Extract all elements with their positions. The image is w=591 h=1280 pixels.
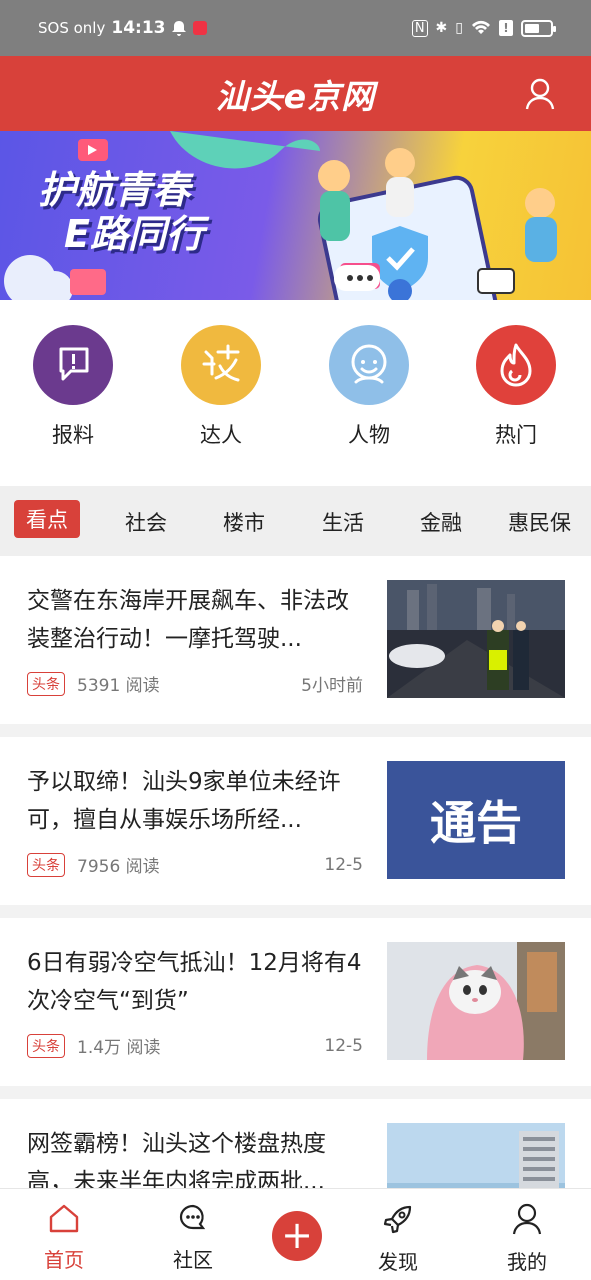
quick-label: 报料 [52,423,94,447]
headline-tag: 头条 [27,671,65,696]
nav-community[interactable]: 社区 [153,1203,233,1273]
vibrate-icon: ▯ [455,20,463,36]
nav-label: 发现 [378,1250,418,1274]
headline-tag: 头条 [27,1033,65,1058]
quick-item-expert[interactable]: 达人 [171,325,271,449]
tab-loushi[interactable]: 楼市 [223,507,265,537]
article-thumbnail [387,1123,565,1188]
article-card[interactable]: 网签霸榜！汕头这个楼盘热度高，未来半年内将完成两批... [0,1099,591,1188]
nav-home[interactable]: 首页 [24,1203,104,1273]
quick-item-person[interactable]: 人物 [319,325,419,449]
banner-line1: 护航青春 [38,168,191,212]
banner-line2: E路同行 [64,211,204,256]
app-notification-icon [193,21,208,35]
article-meta: 头条 5391 阅读 5小时前 [27,671,363,696]
category-tabs: 看点 社会 楼市 生活 金融 惠民保 [0,486,591,556]
status-bar: SOS only 14:13 N ✱ ▯ ! [0,0,591,56]
clock: 14:13 [111,18,166,38]
read-count: 5391 阅读 [77,676,160,696]
battery-icon [521,19,556,37]
quick-label: 人物 [348,423,390,447]
nav-label: 社区 [173,1248,213,1272]
notice-text: 通告 [430,796,522,850]
battery-level [525,23,539,33]
article-title: 网签霸榜！汕头这个楼盘热度高，未来半年内将完成两批... [27,1131,326,1188]
nav-label: 我的 [507,1250,547,1274]
nav-discover[interactable]: 发现 [358,1203,438,1275]
tab-shenghuo[interactable]: 生活 [322,507,364,537]
quick-item-hot[interactable]: 热门 [466,325,566,449]
quick-item-report[interactable]: 报料 [23,325,123,449]
article-thumbnail: 通告 [387,761,565,879]
nfc-icon: N [411,19,428,37]
article-thumbnail [387,942,565,1060]
read-count: 7956 阅读 [77,857,160,877]
article-title: 交警在东海岸开展飙车、非法改装整治行动！一摩托驾驶... [27,588,349,652]
user-icon [512,1203,542,1235]
chat-bubble-icon [179,1204,206,1230]
app-header: 汕头e京网 [0,56,591,131]
publish-time: 12-5 [324,1035,363,1056]
article-title: 予以取缔！汕头9家单位未经许可，擅自从事娱乐场所经... [27,769,341,833]
tab-kandian[interactable]: 看点 [14,500,80,538]
tab-shehui[interactable]: 社会 [125,507,167,537]
user-icon[interactable] [525,78,555,110]
carrier-text: SOS only [38,19,106,37]
article-card[interactable]: 交警在东海岸开展飙车、非法改装整治行动！一摩托驾驶... 头条 5391 阅读 … [0,556,591,724]
article-card[interactable]: 予以取缔！汕头9家单位未经许可，擅自从事娱乐场所经... 头条 7956 阅读 … [0,737,591,905]
nav-mine[interactable]: 我的 [487,1203,567,1275]
expert-icon [181,325,261,405]
article-title: 6日有弱冷空气抵汕！12月将有4次冷空气“到货” [27,950,362,1014]
bluetooth-icon: ✱ [435,20,448,36]
article-card[interactable]: 6日有弱冷空气抵汕！12月将有4次冷空气“到货” 头条 1.4万 阅读 12-5 [0,918,591,1086]
read-count: 1.4万 阅读 [77,1038,161,1058]
quick-nav: 报料 达人 人物 热门 [0,300,591,486]
quick-label: 达人 [200,423,242,447]
publish-time: 12-5 [324,854,363,875]
wifi-icon [472,20,490,34]
tab-jinrong[interactable]: 金融 [420,507,462,537]
flame-icon [476,325,556,405]
alert-icon: ! [499,20,513,36]
nav-label: 首页 [44,1248,84,1272]
headline-tag: 头条 [27,852,65,877]
article-thumbnail [387,580,565,698]
bell-icon [172,21,187,36]
bottom-nav: 首页 社区 + 发现 我的 [0,1188,591,1280]
quick-label: 热门 [495,423,537,447]
person-icon [329,325,409,405]
article-meta: 头条 7956 阅读 12-5 [27,852,363,877]
home-icon [49,1204,79,1233]
app-logo: 汕头e京网 [215,76,376,116]
promo-banner[interactable]: 护航青春 E路同行 [0,131,591,300]
rocket-icon [383,1205,412,1234]
add-post-button[interactable]: + [272,1211,322,1261]
report-icon [33,325,113,405]
tab-huiminbao[interactable]: 惠民保 [508,507,571,537]
publish-time: 5小时前 [301,676,363,696]
article-meta: 头条 1.4万 阅读 12-5 [27,1033,363,1058]
banner-headline: 护航青春 E路同行 [38,168,204,256]
